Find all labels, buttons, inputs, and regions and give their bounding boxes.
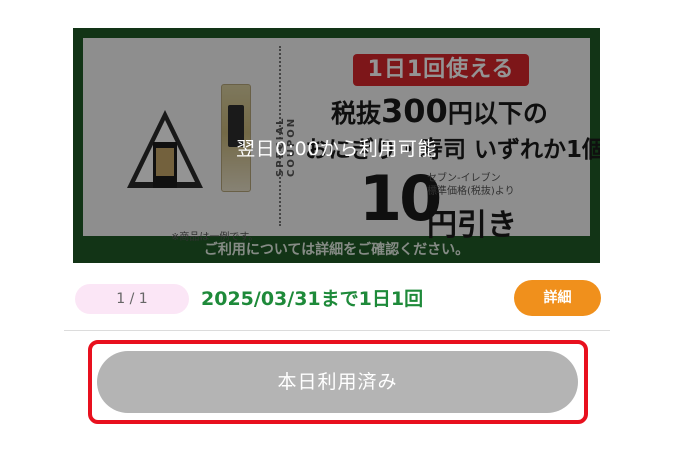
availability-text: 翌日0:00から利用可能	[236, 138, 437, 160]
detail-button[interactable]: 詳細	[514, 280, 601, 316]
expiry-text: 2025/03/31まで1日1回	[201, 288, 424, 310]
page-indicator: 1 / 1	[75, 284, 189, 314]
coupon-banner[interactable]: ※商品は一例です。 SPECIAL COUPON 1日1回使える 税抜300円以…	[73, 28, 600, 263]
unavailable-overlay: 翌日0:00から利用可能	[73, 28, 600, 263]
used-today-button[interactable]: 本日利用済み	[97, 351, 578, 413]
divider	[64, 330, 610, 331]
